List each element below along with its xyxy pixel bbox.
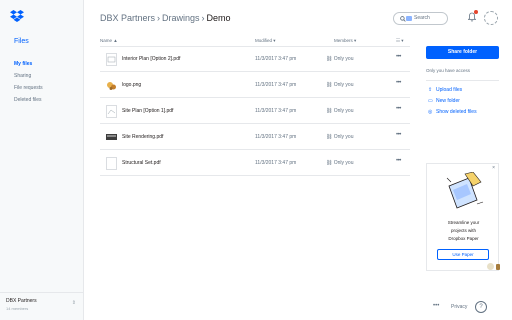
pdf-thumbnail-icon xyxy=(106,157,117,170)
file-members: ⛓ Only you xyxy=(326,56,353,62)
show-deleted-icon: ◎ xyxy=(428,109,433,115)
decorative-circle-icon xyxy=(487,263,494,270)
search-input[interactable]: Search xyxy=(393,12,448,25)
sidebar: Files My files Sharing File requests Del… xyxy=(0,0,84,320)
file-modified: 11/3/2017 3:47 pm xyxy=(255,108,297,114)
table-row[interactable]: Site Plan [Option 1].pdf 11/3/2017 3:47 … xyxy=(100,99,410,124)
breadcrumb-separator-icon: › xyxy=(201,13,205,23)
members-label: Only you xyxy=(333,160,354,166)
notification-dot xyxy=(474,10,478,14)
more-options-button[interactable]: ••• xyxy=(396,80,401,86)
file-modified: 11/3/2017 3:47 pm xyxy=(255,134,297,140)
file-name[interactable]: Interior Plan [Option 2].pdf xyxy=(122,56,180,62)
sidebar-item-sharing[interactable]: Sharing xyxy=(14,70,43,82)
more-options-button[interactable]: ••• xyxy=(396,106,401,112)
link-icon: ⛓ xyxy=(326,160,334,166)
breadcrumb-drawings[interactable]: Drawings xyxy=(162,13,200,23)
link-icon: ⛓ xyxy=(326,82,334,88)
folder-scope-icon xyxy=(406,16,412,21)
access-text: Only you have access xyxy=(426,68,471,73)
file-members: ⛓ Only you xyxy=(326,134,353,140)
privacy-link[interactable]: Privacy xyxy=(451,304,467,310)
table-row[interactable]: Interior Plan [Option 2].pdf 11/3/2017 3… xyxy=(100,47,410,72)
file-name[interactable]: Site Plan [Option 1].pdf xyxy=(122,108,173,114)
members-label: Only you xyxy=(333,56,354,62)
chevron-updown-icon: ⇕ xyxy=(71,300,76,306)
members-label: Only you xyxy=(333,134,354,140)
column-members[interactable]: Members ▾ xyxy=(334,38,356,44)
pdf-thumbnail-icon xyxy=(106,105,117,118)
members-label: Only you xyxy=(333,108,354,114)
table-row[interactable]: Site Rendering.pdf 11/3/2017 3:47 pm ⛓ O… xyxy=(100,125,410,150)
sidebar-item-deleted-files[interactable]: Deleted files xyxy=(14,94,43,106)
file-members: ⛓ Only you xyxy=(326,82,353,88)
avatar[interactable] xyxy=(484,11,498,25)
show-deleted-files-link[interactable]: ◎ Show deleted files xyxy=(428,109,477,115)
more-options-button[interactable]: ••• xyxy=(396,158,401,164)
divider xyxy=(426,80,499,81)
use-paper-button[interactable]: Use Paper xyxy=(437,249,489,260)
pdf-thumbnail-icon xyxy=(106,53,117,66)
footer-more-button[interactable]: ••• xyxy=(433,303,439,309)
table-row[interactable]: Structural Set.pdf 11/3/2017 3:47 pm ⛓ O… xyxy=(100,151,410,176)
upload-icon: ⇪ xyxy=(428,87,433,93)
members-label: Only you xyxy=(333,82,354,88)
decorative-mug-icon xyxy=(496,264,500,270)
breadcrumb: DBX Partners › Drawings › Demo xyxy=(100,13,231,23)
table-row[interactable]: logo.png 11/3/2017 3:47 pm ⛓ Only you ••… xyxy=(100,73,410,98)
promo-line: Streamline your xyxy=(447,220,480,225)
promo-line: Dropbox Paper xyxy=(448,236,479,241)
show-deleted-label: Show deleted files xyxy=(436,109,477,115)
sidebar-item-file-requests[interactable]: File requests xyxy=(14,82,43,94)
more-options-button[interactable]: ••• xyxy=(396,54,401,60)
file-members: ⛓ Only you xyxy=(326,108,353,114)
help-button[interactable]: ? xyxy=(475,301,487,313)
dropbox-logo-icon[interactable] xyxy=(10,10,24,22)
file-name[interactable]: logo.png xyxy=(122,82,141,88)
link-icon: ⛓ xyxy=(326,108,334,114)
close-icon[interactable]: × xyxy=(492,165,495,171)
link-icon: ⛓ xyxy=(326,134,334,140)
file-members: ⛓ Only you xyxy=(326,160,353,166)
more-options-button[interactable]: ••• xyxy=(396,132,401,138)
team-members-count: 14 members xyxy=(6,306,29,311)
paper-promo-card: × Streamline your projects with Dropbox … xyxy=(426,163,499,271)
breadcrumb-separator-icon: › xyxy=(157,13,161,23)
view-toggle-button[interactable]: ☷ ▾ xyxy=(396,38,404,44)
upload-files-label: Upload files xyxy=(436,87,463,93)
upload-files-link[interactable]: ⇪ Upload files xyxy=(428,87,462,93)
breadcrumb-team[interactable]: DBX Partners xyxy=(100,13,155,23)
column-modified[interactable]: Modified ▾ xyxy=(255,38,276,44)
promo-text: Streamline your projects with Dropbox Pa… xyxy=(431,219,496,243)
sidebar-item-my-files[interactable]: My files xyxy=(14,58,43,70)
file-modified: 11/3/2017 3:47 pm xyxy=(255,160,297,166)
sidebar-title[interactable]: Files xyxy=(14,38,29,45)
sidebar-nav: My files Sharing File requests Deleted f… xyxy=(14,58,43,106)
table-header: Name ▲ Modified ▾ Members ▾ ☷ ▾ xyxy=(100,36,410,46)
file-modified: 11/3/2017 3:47 pm xyxy=(255,82,297,88)
link-icon: ⛓ xyxy=(326,56,334,62)
file-name[interactable]: Structural Set.pdf xyxy=(122,160,161,166)
file-modified: 11/3/2017 3:47 pm xyxy=(255,56,297,62)
image-thumbnail-icon xyxy=(107,82,116,90)
team-name: DBX Partners xyxy=(6,298,37,304)
new-folder-link[interactable]: ▭ New folder xyxy=(428,98,460,104)
new-folder-label: New folder xyxy=(436,98,460,104)
new-folder-icon: ▭ xyxy=(428,98,433,104)
pdf-thumbnail-icon xyxy=(106,134,117,140)
column-name[interactable]: Name ▲ xyxy=(100,38,118,43)
search-placeholder: Search xyxy=(414,15,430,21)
breadcrumb-current: Demo xyxy=(206,13,231,23)
paper-illustration-icon xyxy=(446,172,484,209)
team-switcher[interactable]: DBX Partners 14 members ⇕ xyxy=(0,292,84,320)
file-name[interactable]: Site Rendering.pdf xyxy=(122,134,163,140)
promo-line: projects with xyxy=(450,228,476,233)
share-folder-button[interactable]: Share folder xyxy=(426,46,499,59)
